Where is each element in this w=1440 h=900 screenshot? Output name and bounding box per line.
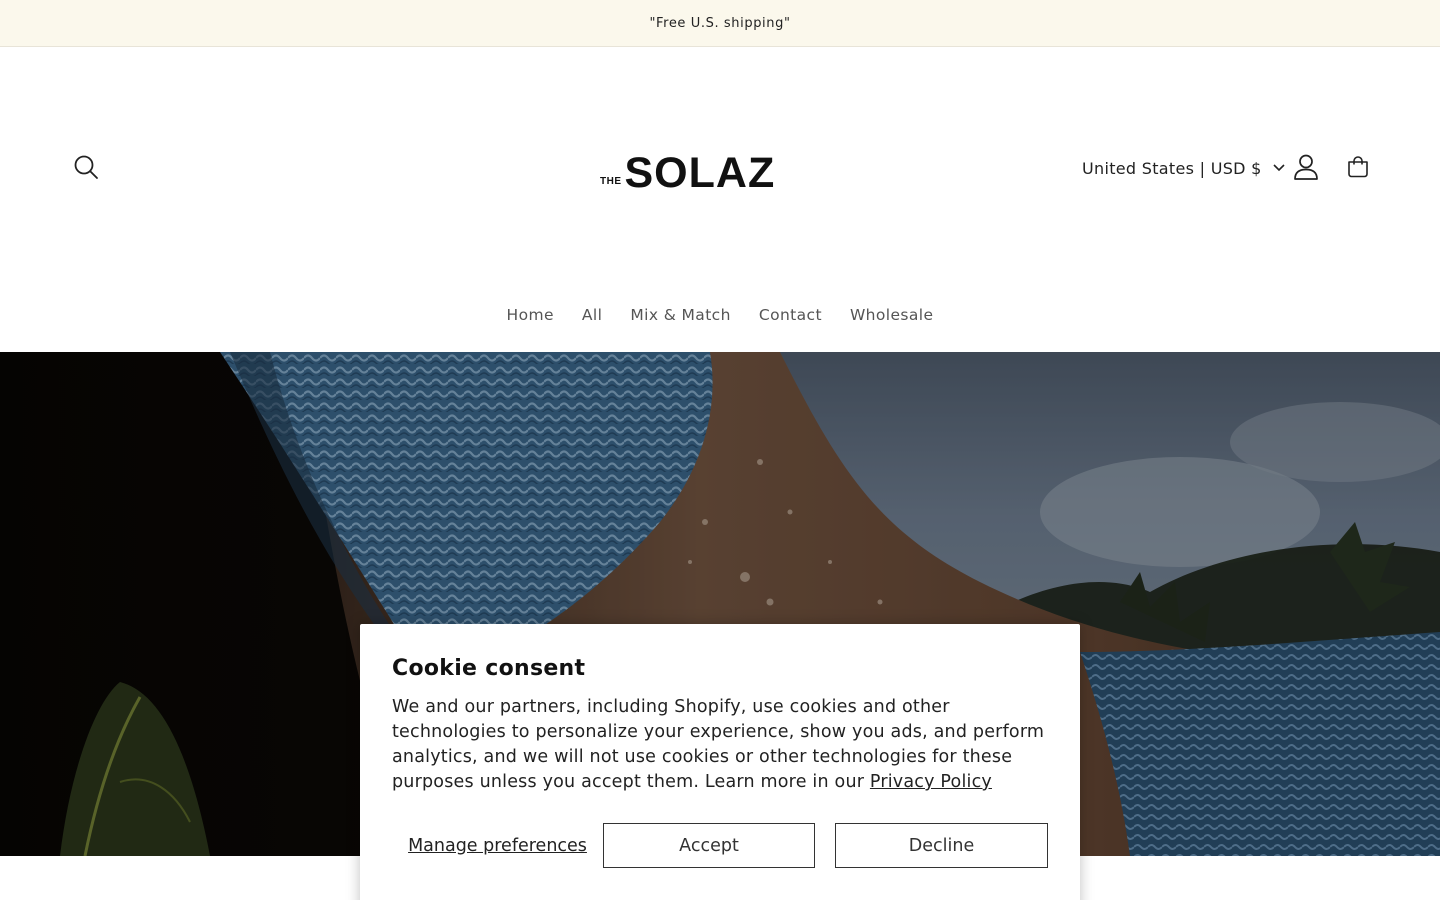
cookie-title: Cookie consent: [392, 656, 586, 681]
cart-button[interactable]: [1334, 145, 1382, 189]
site-header: THE SOLAZ United States | USD $ Home All…: [0, 47, 1440, 352]
search-button[interactable]: [62, 145, 110, 189]
nav-item-all[interactable]: All: [568, 306, 616, 324]
logo-prefix: THE: [600, 176, 622, 187]
nav-item-wholesale[interactable]: Wholesale: [836, 306, 948, 324]
main-nav: Home All Mix & Match Contact Wholesale: [0, 295, 1440, 335]
country-selector-label: United States | USD $: [1082, 158, 1262, 178]
cookie-consent-dialog: Cookie consent We and our partners, incl…: [360, 624, 1080, 900]
account-button[interactable]: [1282, 145, 1330, 189]
announcement-text: "Free U.S. shipping": [649, 15, 791, 31]
search-icon: [74, 155, 98, 179]
cookie-body: We and our partners, including Shopify, …: [392, 695, 1048, 795]
cart-icon: [1348, 156, 1368, 178]
cookie-actions: Manage preferences Accept Decline: [392, 823, 1048, 868]
accept-button[interactable]: Accept: [603, 823, 815, 868]
account-icon: [1294, 154, 1318, 180]
privacy-policy-link[interactable]: Privacy Policy: [870, 772, 992, 792]
announcement-bar: "Free U.S. shipping": [0, 0, 1440, 47]
decline-button[interactable]: Decline: [835, 823, 1048, 868]
site-logo[interactable]: THE SOLAZ: [600, 143, 840, 195]
logo-name: SOLAZ: [624, 149, 776, 197]
nav-item-mix-match[interactable]: Mix & Match: [616, 306, 745, 324]
country-selector[interactable]: United States | USD $: [1082, 151, 1286, 185]
nav-item-contact[interactable]: Contact: [745, 306, 836, 324]
nav-item-home[interactable]: Home: [493, 306, 568, 324]
manage-preferences-button[interactable]: Manage preferences: [392, 823, 603, 868]
